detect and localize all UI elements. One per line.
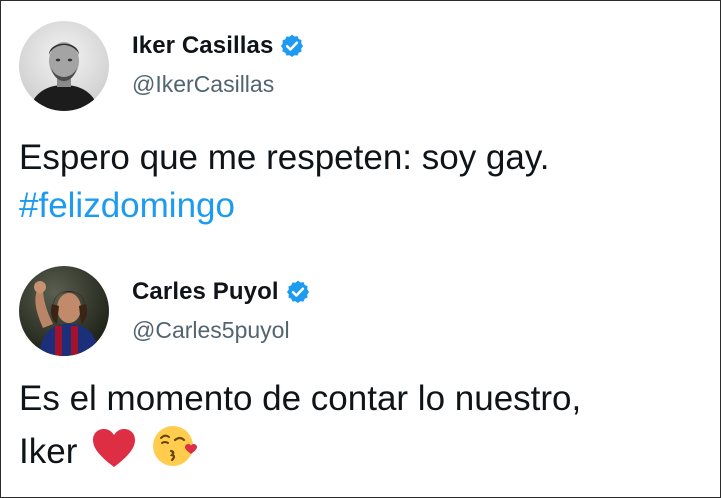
author-row[interactable]: Carles Puyol (132, 278, 311, 306)
avatar-casillas-image (19, 21, 109, 111)
author-name[interactable]: Iker Casillas (132, 32, 273, 60)
tweet-text-line-2: Iker (19, 423, 708, 476)
author-handle[interactable]: @Carles5puyol (132, 317, 290, 344)
tweet-text-line: Espero que me respeten: soy gay. (19, 138, 550, 177)
avatar[interactable] (19, 266, 109, 356)
tweet-text-line: Es el momento de contar lo nuestro, (19, 379, 582, 418)
red-heart-emoji-icon (93, 429, 136, 467)
kiss-face-emoji-icon (152, 426, 197, 466)
hashtag-link[interactable]: #felizdomingo (19, 182, 708, 230)
avatar-puyol-image (19, 266, 109, 356)
avatar[interactable] (19, 21, 109, 111)
tweet-text: Es el momento de contar lo nuestro, Iker (19, 375, 708, 476)
author-name[interactable]: Carles Puyol (132, 278, 279, 306)
tweet-text-word: Iker (19, 432, 78, 471)
verified-badge-icon (286, 280, 309, 304)
verified-badge-icon (281, 34, 304, 58)
tweet-text: Espero que me respeten: soy gay. #felizd… (19, 134, 708, 230)
author-row[interactable]: Iker Casillas (132, 32, 305, 60)
author-handle[interactable]: @IkerCasillas (132, 71, 274, 98)
tweets-screenshot: Iker Casillas @IkerCasillas Espero que m… (0, 0, 721, 498)
